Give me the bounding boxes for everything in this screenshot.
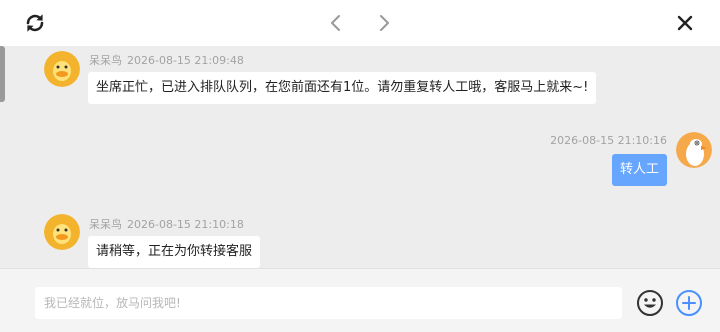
sender-name: 呆呆鸟	[89, 54, 122, 67]
message-time: 2026-08-15 21:09:48	[127, 54, 244, 67]
input-bar	[0, 268, 720, 332]
message-input[interactable]	[35, 287, 622, 319]
emoji-icon[interactable]	[636, 289, 664, 317]
close-icon[interactable]	[673, 11, 697, 35]
scrollbar-thumb[interactable]	[0, 46, 5, 102]
message-bubble: 请稍等，正在为你转接客服	[88, 236, 261, 268]
plus-circle-icon[interactable]	[675, 289, 703, 317]
message-bubble: 坐席正忙，已进入排队队列，在您前面还有1位。请勿重复转人工哦，客服马上就来~!	[88, 72, 597, 104]
message-meta: 呆呆鸟 2026-08-15 21:09:48	[89, 52, 244, 68]
bot-avatar	[44, 51, 80, 87]
message-time: 2026-08-15 21:10:18	[127, 218, 244, 231]
message-time: 2026-08-15 21:10:16	[550, 134, 667, 147]
bot-avatar	[44, 214, 80, 250]
chat-window: 呆呆鸟 2026-08-15 21:09:48 坐席正忙，已进入排队队列，在您前面…	[0, 0, 720, 332]
message-meta: 呆呆鸟 2026-08-15 21:10:18	[89, 216, 244, 232]
refresh-icon[interactable]	[23, 11, 47, 35]
message-list[interactable]: 呆呆鸟 2026-08-15 21:09:48 坐席正忙，已进入排队队列，在您前面…	[0, 46, 720, 268]
chevron-left-icon[interactable]	[324, 11, 348, 35]
user-avatar	[676, 132, 712, 168]
sender-name: 呆呆鸟	[89, 218, 122, 231]
toolbar	[0, 0, 720, 46]
message-bubble: 转人工	[611, 154, 667, 186]
chevron-right-icon[interactable]	[372, 11, 396, 35]
